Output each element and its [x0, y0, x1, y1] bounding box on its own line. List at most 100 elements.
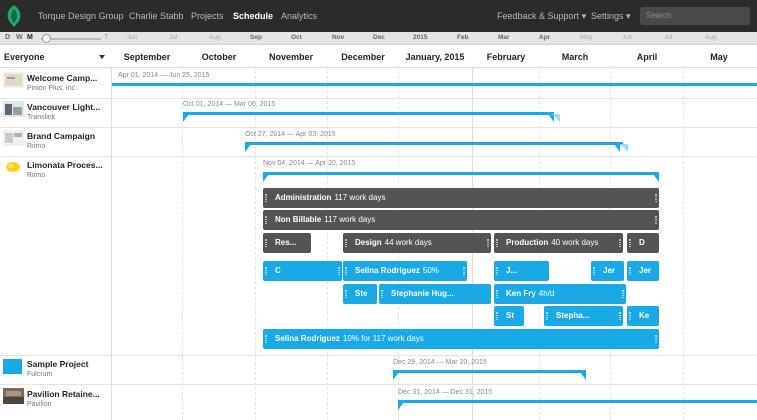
- resize-handle[interactable]: [619, 312, 621, 320]
- bar-start-marker[interactable]: [398, 402, 404, 410]
- bar-end-marker[interactable]: [580, 372, 586, 380]
- bar-end-marker[interactable]: [653, 174, 659, 182]
- people-filter[interactable]: Everyone: [4, 52, 45, 62]
- strip-month: Feb: [457, 34, 469, 41]
- phase-design[interactable]: Design 44 work days: [343, 233, 491, 253]
- resize-handle[interactable]: [496, 312, 498, 320]
- row-divider: [0, 127, 757, 128]
- resize-handle[interactable]: [487, 239, 489, 247]
- task-label: Jer: [639, 266, 652, 275]
- assignment-non-billable[interactable]: Non Billable 117 work days: [263, 210, 659, 230]
- project-timeline-bar[interactable]: [183, 112, 554, 115]
- left-column-divider: [111, 46, 112, 420]
- resize-handle[interactable]: [463, 267, 465, 275]
- assignment-person[interactable]: Ste: [343, 284, 377, 304]
- project-name[interactable]: Brand Campaign: [27, 131, 95, 141]
- strip-year: 2015: [413, 34, 428, 41]
- nav-schedule[interactable]: Schedule: [233, 11, 273, 21]
- month-label: November: [268, 52, 314, 62]
- strip-month: Dec: [373, 34, 385, 41]
- zoom-day[interactable]: D: [5, 34, 10, 41]
- resize-handle[interactable]: [265, 194, 267, 202]
- assignment-person[interactable]: Ke: [627, 306, 659, 326]
- assignment-person[interactable]: J...: [494, 261, 549, 281]
- project-client: Fulcrum: [27, 371, 53, 378]
- feedback-label: Feedback & Support: [497, 11, 580, 21]
- project-date-range: Nov 04, 2014 — Apr 20, 2015: [263, 160, 356, 167]
- project-timeline-bar[interactable]: [393, 370, 586, 373]
- project-name[interactable]: Limonata Proces...: [27, 160, 103, 170]
- feedback-support-menu[interactable]: Feedback & Support ▾: [497, 11, 586, 22]
- zoom-slider-handle[interactable]: [42, 34, 51, 43]
- month-label: March: [561, 52, 589, 62]
- resize-handle[interactable]: [265, 239, 267, 247]
- resize-handle[interactable]: [629, 267, 631, 275]
- assignment-person[interactable]: C: [263, 261, 342, 281]
- project-name[interactable]: Sample Project: [27, 359, 88, 369]
- resize-handle[interactable]: [619, 239, 621, 247]
- task-label: J...: [506, 266, 518, 275]
- resize-handle[interactable]: [381, 290, 383, 298]
- resize-handle[interactable]: [338, 267, 340, 275]
- resize-handle[interactable]: [345, 239, 347, 247]
- resize-handle[interactable]: [265, 267, 267, 275]
- resize-handle[interactable]: [593, 267, 595, 275]
- nav-company[interactable]: Torque Design Group: [38, 11, 124, 21]
- resize-handle[interactable]: [496, 239, 498, 247]
- resize-handle[interactable]: [622, 290, 624, 298]
- assignment-person[interactable]: Selina Rodriguez 10% for 117 work days: [263, 329, 659, 349]
- resize-handle[interactable]: [265, 216, 267, 224]
- nav-projects[interactable]: Projects: [191, 11, 224, 21]
- bar-end-marker[interactable]: [548, 114, 554, 122]
- assignment-person[interactable]: Stepha...: [544, 306, 623, 326]
- nav-user[interactable]: Charlie Stabb: [129, 11, 184, 21]
- project-timeline-bar[interactable]: [263, 172, 659, 175]
- resize-handle[interactable]: [655, 335, 657, 343]
- app-logo-icon[interactable]: [6, 5, 22, 27]
- settings-menu[interactable]: Settings ▾: [591, 11, 631, 22]
- bar-start-marker[interactable]: [245, 144, 251, 152]
- assignment-person[interactable]: Jer: [591, 261, 624, 281]
- task-label: C: [275, 266, 281, 275]
- assignment-person[interactable]: Ken Fry 4h/d: [494, 284, 626, 304]
- resize-handle[interactable]: [629, 239, 631, 247]
- zoom-month[interactable]: M: [27, 34, 33, 41]
- strip-month: Aug: [705, 34, 717, 41]
- project-timeline-bar[interactable]: [245, 142, 623, 145]
- zoom-today[interactable]: T: [104, 34, 108, 41]
- assignment-administration[interactable]: Administration 117 work days: [263, 188, 659, 208]
- project-name[interactable]: Vancouver Light...: [27, 102, 100, 112]
- assignment-person[interactable]: Selina Rodriguez 50%: [343, 261, 467, 281]
- bar-start-marker[interactable]: [183, 114, 189, 122]
- resize-handle[interactable]: [655, 194, 657, 202]
- resize-handle[interactable]: [496, 290, 498, 298]
- project-name[interactable]: Welcome Camp...: [27, 73, 97, 83]
- strip-month: Aug: [209, 34, 221, 41]
- resize-handle[interactable]: [345, 290, 347, 298]
- resize-handle[interactable]: [345, 267, 347, 275]
- phase-production[interactable]: Production 40 work days: [494, 233, 623, 253]
- phase-research[interactable]: Res...: [263, 233, 311, 253]
- resize-handle[interactable]: [629, 312, 631, 320]
- resize-handle[interactable]: [496, 267, 498, 275]
- bar-start-marker[interactable]: [263, 174, 269, 182]
- row-divider: [0, 156, 757, 157]
- resize-handle[interactable]: [546, 312, 548, 320]
- phase-d[interactable]: D: [627, 233, 659, 253]
- project-timeline-bar[interactable]: [112, 83, 757, 86]
- task-label: Production: [506, 238, 549, 247]
- assignment-person[interactable]: Stephanie Hug...: [379, 284, 491, 304]
- chevron-down-icon[interactable]: [99, 55, 105, 59]
- bar-end-marker[interactable]: [614, 144, 620, 152]
- project-timeline-bar[interactable]: [398, 400, 757, 403]
- zoom-week[interactable]: W: [16, 34, 23, 41]
- timeline-overview-strip[interactable]: D W M T Jun Jul Aug Sep Oct Nov Dec 2015…: [0, 32, 757, 45]
- assignment-person[interactable]: St: [494, 306, 524, 326]
- resize-handle[interactable]: [655, 216, 657, 224]
- nav-analytics[interactable]: Analytics: [281, 11, 317, 21]
- search-input[interactable]: Search: [640, 7, 750, 25]
- assignment-person[interactable]: Jer: [627, 261, 659, 281]
- chevron-down-icon: ▾: [581, 11, 587, 21]
- resize-handle[interactable]: [265, 335, 267, 343]
- project-name[interactable]: Pavilion Retaine...: [27, 389, 100, 399]
